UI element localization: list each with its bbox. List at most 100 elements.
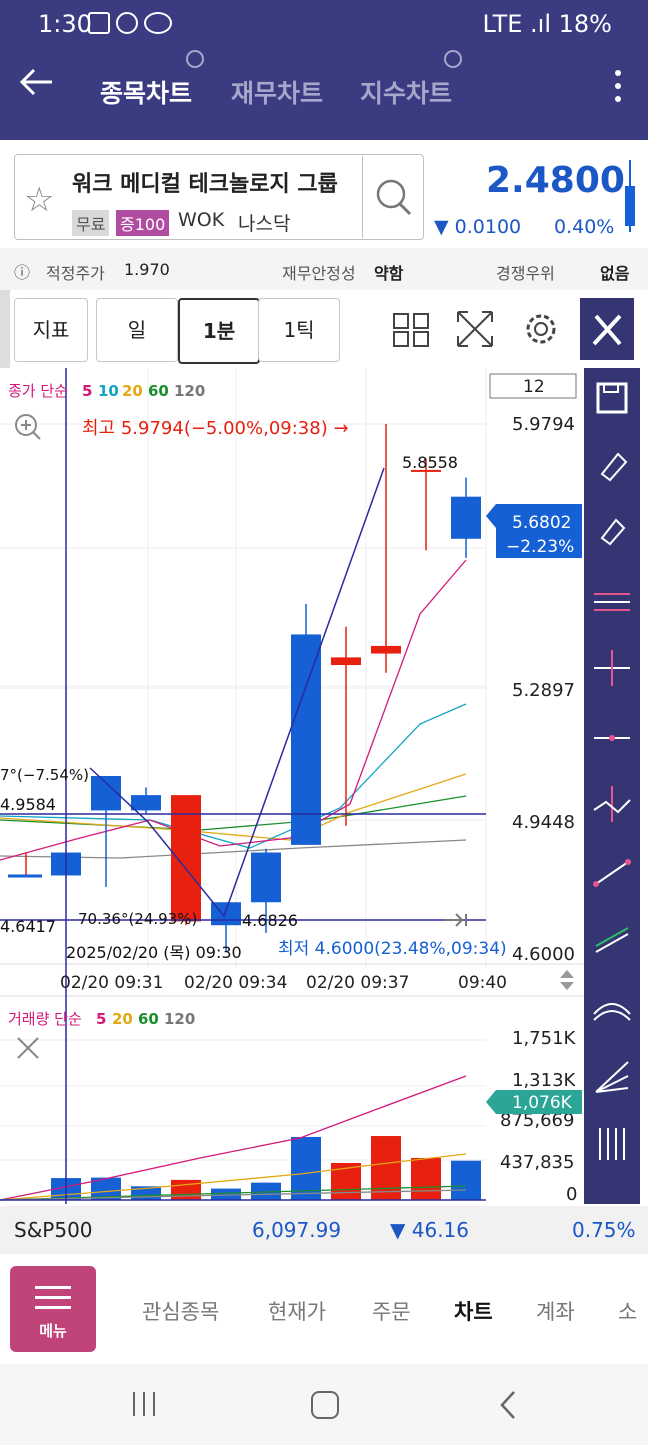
crosshair-icon[interactable] bbox=[588, 644, 636, 692]
stock-name: 워크 메디컬 테크놀로지 그룹 bbox=[72, 172, 338, 197]
margin-tag: 증100 bbox=[116, 210, 170, 236]
label-5.8558: 5.8558 bbox=[402, 453, 458, 472]
volume-legend-prefix: 거래량 단순 bbox=[8, 1010, 82, 1028]
volume-bar bbox=[371, 1136, 401, 1200]
left-label-2: 4.6417 bbox=[0, 917, 56, 936]
star-icon[interactable]: ☆ bbox=[24, 180, 54, 220]
nav-current-price[interactable]: 현재가 bbox=[268, 1296, 326, 1326]
volume-tick-1: 1,751K bbox=[512, 1028, 577, 1049]
stock-chart[interactable]: 종가 단순 5 10 20 60 120 12 최고 5.9794(−5.00%… bbox=[0, 368, 584, 1204]
save-icon[interactable] bbox=[588, 374, 636, 422]
status-time: 1:30 bbox=[38, 10, 92, 38]
time-tick-4: 09:40 bbox=[458, 973, 507, 993]
price-change-pct: 0.40% bbox=[554, 216, 615, 238]
volume-bar bbox=[171, 1179, 201, 1200]
low-annotation: 최저 4.6000(23.48%,09:34) bbox=[278, 939, 507, 959]
legend-prefix: 종가 단순 bbox=[8, 382, 68, 400]
tab-stock-chart[interactable]: 종목차트 bbox=[100, 74, 192, 110]
volume-tick-zero: 0 bbox=[566, 1184, 577, 1204]
system-navbar bbox=[0, 1364, 648, 1445]
volume-legend-ma5: 5 bbox=[96, 1010, 106, 1028]
more-menu-icon[interactable] bbox=[612, 70, 624, 110]
hcl-line-icon[interactable] bbox=[588, 576, 636, 624]
eraser-all-icon[interactable] bbox=[588, 508, 636, 556]
index-name: S&P500 bbox=[14, 1218, 93, 1242]
price-tick-high: 5.9794 bbox=[512, 414, 575, 435]
volume-bar bbox=[451, 1160, 481, 1200]
price-tick-low: 4.6000 bbox=[512, 944, 575, 965]
index-ticker-row[interactable]: S&P500 6,097.99 ▼ 46.16 0.75% bbox=[0, 1206, 648, 1254]
candle-body bbox=[131, 795, 161, 811]
gallery-icon bbox=[88, 12, 178, 34]
candle-body bbox=[451, 496, 481, 539]
top-header: 1:30 LTE .ıl 18% 종목차트 재무차트 지수차트 bbox=[0, 0, 648, 140]
current-price-label: 5.6802 bbox=[512, 513, 571, 533]
auto-trend-icon[interactable] bbox=[588, 916, 636, 964]
search-icon[interactable] bbox=[362, 156, 423, 238]
fan-icon[interactable] bbox=[588, 984, 636, 1032]
volume-legend-ma60: 60 bbox=[138, 1010, 159, 1028]
price-tick-2: 5.2897 bbox=[512, 680, 575, 701]
candle-body bbox=[371, 645, 401, 654]
candle-body bbox=[331, 657, 361, 666]
volume-legend-ma20: 20 bbox=[112, 1010, 133, 1028]
nav-watchlist[interactable]: 관심종목 bbox=[142, 1296, 219, 1326]
legend-ma10: 10 bbox=[98, 382, 119, 400]
recent-apps-icon[interactable] bbox=[128, 1388, 160, 1420]
left-label-1: 4.9584 bbox=[0, 795, 56, 814]
price-change: ▼ 0.0100 bbox=[434, 216, 522, 238]
badge-icon bbox=[444, 50, 462, 68]
time-tick-3: 02/20 09:37 bbox=[306, 973, 409, 993]
tools-icon[interactable] bbox=[580, 298, 634, 360]
tab-financial-chart[interactable]: 재무차트 bbox=[231, 74, 323, 110]
candle-body bbox=[251, 852, 281, 903]
period-1min-button[interactable]: 1분 bbox=[178, 298, 260, 364]
angle-label-high: 7°(−7.54%) bbox=[0, 766, 89, 784]
fullscreen-icon[interactable] bbox=[448, 298, 502, 360]
home-icon[interactable] bbox=[308, 1388, 342, 1422]
speed-line-icon[interactable] bbox=[588, 1052, 636, 1100]
volume-tick-2: 1,313K bbox=[512, 1070, 577, 1091]
price-tick-3: 4.9448 bbox=[512, 812, 575, 833]
back-arrow-icon[interactable] bbox=[16, 62, 56, 102]
nav-more[interactable]: 소 bbox=[618, 1296, 637, 1326]
drawer-handle[interactable] bbox=[0, 290, 10, 370]
volume-tick-4: 437,835 bbox=[500, 1152, 574, 1173]
period-1tick-button[interactable]: 1틱 bbox=[258, 298, 340, 362]
nav-account[interactable]: 계좌 bbox=[536, 1296, 575, 1326]
eraser-icon[interactable] bbox=[588, 440, 636, 488]
layout-grid-icon[interactable] bbox=[384, 298, 438, 360]
free-tag: 무료 bbox=[72, 210, 110, 236]
current-pct-label: −2.23% bbox=[506, 537, 574, 557]
mini-candle-icon bbox=[625, 160, 635, 232]
vertical-line-icon[interactable] bbox=[588, 780, 636, 828]
menu-button[interactable]: 메뉴 bbox=[10, 1266, 96, 1352]
volume-current-label: 1,076K bbox=[512, 1093, 573, 1113]
status-right: LTE .ıl 18% bbox=[482, 10, 612, 38]
legend-ma5: 5 bbox=[82, 382, 92, 400]
high-annotation: 최고 5.9794(−5.00%,09:38) → bbox=[82, 418, 349, 439]
exchange: 나스닥 bbox=[238, 213, 291, 235]
fair-price-value: 1.970 bbox=[124, 260, 170, 279]
period-day-button[interactable]: 일 bbox=[96, 298, 178, 362]
stability-label: 재무안정성 bbox=[282, 264, 356, 283]
nav-order[interactable]: 주문 bbox=[372, 1296, 411, 1326]
volume-bar bbox=[411, 1157, 441, 1200]
help-icon[interactable]: ⓘ bbox=[14, 259, 30, 283]
menu-label: 메뉴 bbox=[39, 1322, 67, 1340]
indicator-button[interactable]: 지표 bbox=[14, 298, 88, 362]
angle-label-low: 70.36°(24.93%) bbox=[78, 910, 197, 928]
cycle-line-icon[interactable] bbox=[588, 1120, 636, 1168]
stability-value: 약함 bbox=[374, 264, 404, 283]
volume-legend-ma120: 120 bbox=[164, 1010, 195, 1028]
trend-line-icon[interactable] bbox=[588, 848, 636, 896]
badge-icon bbox=[186, 50, 204, 68]
horizontal-line-icon[interactable] bbox=[588, 712, 636, 760]
label-4.6826: 4.6826 bbox=[242, 911, 298, 930]
nav-chart[interactable]: 차트 bbox=[454, 1296, 493, 1326]
tab-index-chart[interactable]: 지수차트 bbox=[360, 74, 452, 110]
rank-value: 없음 bbox=[600, 264, 630, 283]
back-nav-icon[interactable] bbox=[494, 1388, 524, 1422]
legend-ma60: 60 bbox=[148, 382, 169, 400]
settings-icon[interactable] bbox=[514, 298, 568, 360]
